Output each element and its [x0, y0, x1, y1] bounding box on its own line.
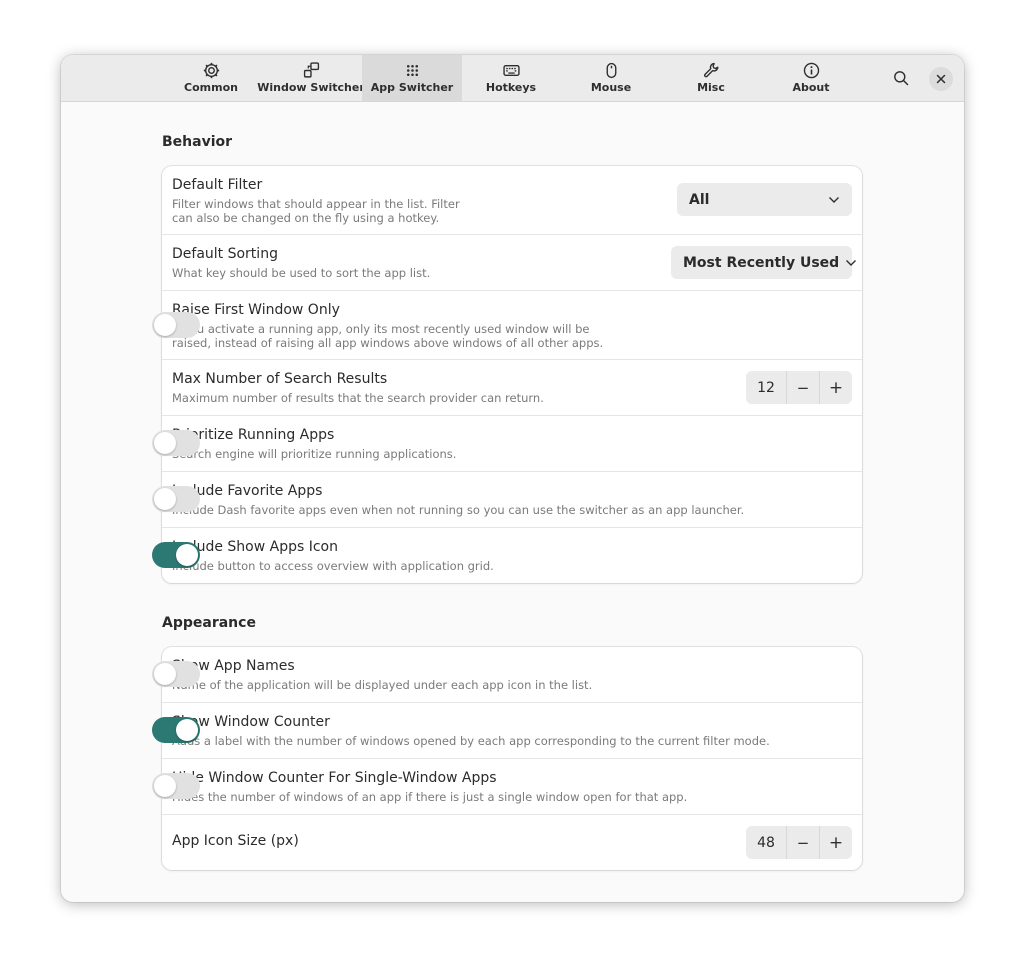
row-default-filter: Default Filter Filter windows that shoul…: [162, 166, 862, 235]
plus-icon: +: [828, 832, 844, 853]
switch-knob: [176, 719, 198, 741]
tab-about[interactable]: About: [761, 55, 861, 101]
row-hide-window-counter: Hide Window Counter For Single-Window Ap…: [152, 759, 862, 815]
row-subtitle: If you activate a running app, only its …: [172, 322, 590, 336]
row-subtitle: can also be changed on the fly using a h…: [172, 211, 440, 225]
row-raise-first-window: Raise First Window Only If you activate …: [152, 291, 862, 360]
minus-icon: −: [796, 833, 810, 852]
row-include-favorites: Include Favorite Apps Include Dash favor…: [152, 472, 862, 528]
row-title: Hide Window Counter For Single-Window Ap…: [172, 770, 497, 786]
increment-button[interactable]: +: [819, 826, 852, 859]
decrement-button[interactable]: −: [786, 826, 819, 859]
minus-icon: −: [796, 378, 810, 397]
tab-app-switcher[interactable]: App Switcher: [362, 55, 462, 101]
dropdown-value: Most Recently Used: [683, 254, 840, 271]
app-grid-icon: [404, 62, 421, 79]
tab-window-switcher[interactable]: Window Switcher: [257, 55, 365, 101]
row-subtitle: Include button to access overview with a…: [172, 559, 494, 573]
switch-knob: [154, 314, 176, 336]
hide-window-counter-switch[interactable]: [152, 773, 200, 799]
switch-knob: [154, 775, 176, 797]
decrement-button[interactable]: −: [786, 371, 819, 404]
switch-knob: [154, 432, 176, 454]
tab-label: Window Switcher: [257, 81, 365, 94]
tab-hotkeys[interactable]: Hotkeys: [461, 55, 561, 101]
row-subtitle: Hides the number of windows of an app if…: [172, 790, 688, 804]
row-title: Max Number of Search Results: [172, 371, 388, 387]
preferences-window: Common Window Switcher App Switcher Hotk…: [61, 55, 964, 902]
row-include-show-apps: Include Show Apps Icon Include button to…: [152, 528, 862, 583]
spin-value[interactable]: 12: [746, 371, 786, 404]
chevron-down-icon: [828, 196, 840, 204]
row-show-window-counter: Show Window Counter Adds a label with th…: [152, 703, 862, 759]
include-show-apps-switch[interactable]: [152, 542, 200, 568]
row-subtitle: Search engine will prioritize running ap…: [172, 447, 457, 461]
search-icon: [893, 70, 909, 86]
show-window-counter-switch[interactable]: [152, 717, 200, 743]
tab-label: Hotkeys: [485, 81, 537, 94]
row-title: App Icon Size (px): [172, 833, 299, 849]
keyboard-icon: [502, 62, 520, 79]
tab-mouse[interactable]: Mouse: [561, 55, 661, 101]
show-app-names-switch[interactable]: [152, 661, 200, 687]
tab-misc[interactable]: Misc: [661, 55, 761, 101]
row-default-sorting: Default Sorting What key should be used …: [162, 235, 862, 291]
section-title-appearance: Appearance: [162, 615, 256, 631]
row-subtitle: Maximum number of results that the searc…: [172, 391, 544, 405]
include-favorites-switch[interactable]: [152, 486, 200, 512]
behavior-group: Default Filter Filter windows that shoul…: [152, 166, 862, 583]
row-prioritize-running: Prioritize Running Apps Search engine wi…: [152, 416, 862, 472]
search-button[interactable]: [886, 63, 916, 93]
row-subtitle: Filter windows that should appear in the…: [172, 197, 460, 211]
spin-value[interactable]: 48: [746, 826, 786, 859]
row-title: Raise First Window Only: [172, 302, 340, 318]
tab-label: Misc: [697, 81, 725, 94]
switch-knob: [154, 663, 176, 685]
default-sorting-dropdown[interactable]: Most Recently Used: [671, 246, 857, 279]
wrench-icon: [703, 62, 720, 79]
icon-size-spinbutton: 48 − +: [746, 826, 852, 859]
max-results-spinbutton: 12 − +: [746, 371, 852, 404]
row-show-app-names: Show App Names Name of the application w…: [152, 647, 862, 703]
dropdown-value: All: [689, 191, 710, 208]
close-button[interactable]: [929, 67, 953, 91]
gear-icon: [203, 62, 220, 79]
mouse-icon: [603, 62, 620, 79]
window-switcher-icon: [303, 62, 320, 79]
info-icon: [803, 62, 820, 79]
close-icon: [936, 74, 946, 84]
row-title: Default Sorting: [172, 246, 278, 262]
switch-knob: [154, 488, 176, 510]
section-title-behavior: Behavior: [162, 134, 233, 150]
switch-knob: [176, 544, 198, 566]
row-max-search-results: Max Number of Search Results Maximum num…: [162, 360, 862, 416]
row-app-icon-size: App Icon Size (px) 48 − +: [162, 815, 862, 870]
default-filter-dropdown[interactable]: All: [677, 183, 852, 216]
row-title: Default Filter: [172, 177, 263, 193]
tab-common[interactable]: Common: [161, 55, 261, 101]
increment-button[interactable]: +: [819, 371, 852, 404]
row-subtitle: Name of the application will be displaye…: [172, 678, 593, 692]
tab-label: App Switcher: [370, 81, 454, 94]
tab-label: Mouse: [590, 81, 632, 94]
appearance-group: Show App Names Name of the application w…: [152, 647, 862, 870]
prioritize-running-switch[interactable]: [152, 430, 200, 456]
plus-icon: +: [828, 377, 844, 398]
raise-first-window-switch[interactable]: [152, 312, 200, 338]
header-bar: Common Window Switcher App Switcher Hotk…: [61, 55, 964, 102]
tab-label: About: [792, 81, 830, 94]
row-subtitle: raised, instead of raising all app windo…: [172, 336, 604, 350]
row-subtitle: Include Dash favorite apps even when not…: [172, 503, 745, 517]
row-subtitle: What key should be used to sort the app …: [172, 266, 431, 280]
chevron-down-icon: [845, 259, 857, 267]
tab-label: Common: [184, 81, 238, 94]
row-subtitle: Adds a label with the number of windows …: [172, 734, 770, 748]
